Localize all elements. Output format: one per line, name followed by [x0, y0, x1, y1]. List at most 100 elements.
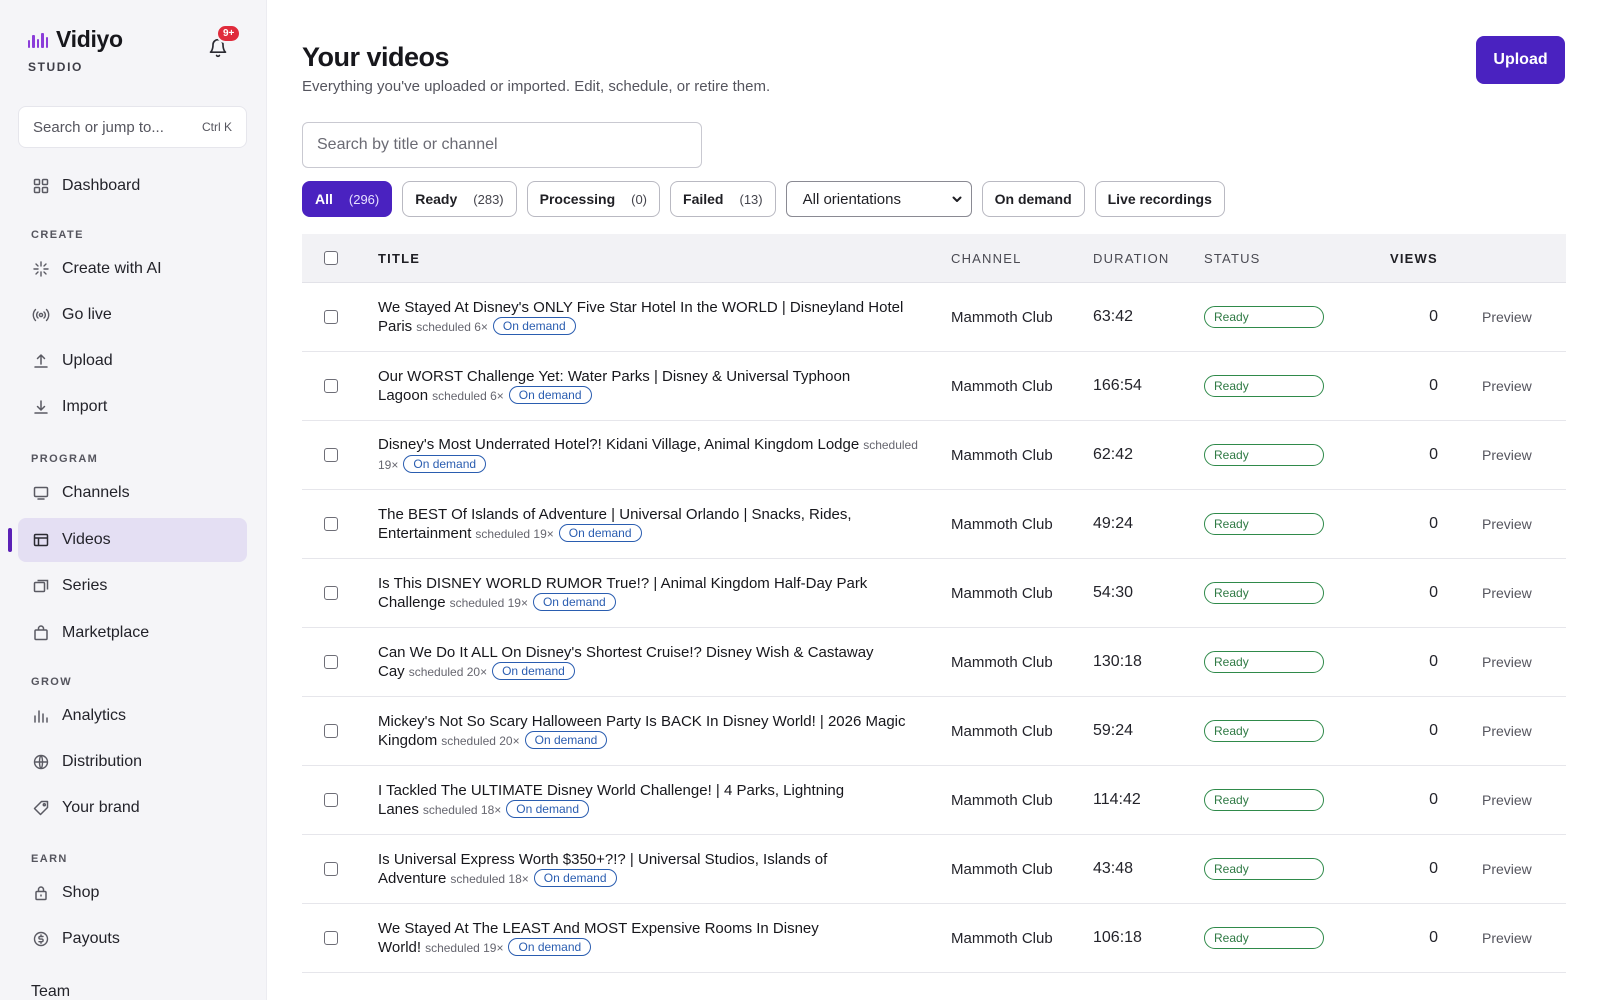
sidebar-item-upload[interactable]: Upload: [18, 339, 247, 383]
brand[interactable]: Vidiyo: [28, 26, 123, 53]
filter-chip-all[interactable]: All (296): [302, 181, 393, 217]
preview-link[interactable]: Preview: [1482, 723, 1532, 739]
sidebar: Vidiyo STUDIO 9+ Search or jump to... Ct…: [0, 0, 267, 1000]
sidebar-item-videos[interactable]: Videos: [18, 518, 247, 562]
channel-name[interactable]: Mammoth Club: [951, 584, 1061, 603]
preview-link[interactable]: Preview: [1482, 378, 1532, 394]
channel-name[interactable]: Mammoth Club: [951, 860, 1061, 879]
filter-chip-ready[interactable]: Ready (283): [402, 181, 517, 217]
preview-link[interactable]: Preview: [1482, 792, 1532, 808]
filter-chip-failed[interactable]: Failed (13): [670, 181, 776, 217]
sidebar-item-analytics[interactable]: Analytics: [18, 694, 247, 738]
row-checkbox[interactable]: [324, 931, 338, 945]
channel-name[interactable]: Mammoth Club: [951, 446, 1061, 465]
scheduled-count: scheduled 6×: [432, 388, 504, 403]
channel-name[interactable]: Mammoth Club: [951, 929, 1061, 948]
scheduled-count: scheduled 19×: [425, 940, 504, 955]
row-checkbox[interactable]: [324, 793, 338, 807]
table-row[interactable]: Mickey's Not So Scary Halloween Party Is…: [302, 697, 1566, 766]
row-checkbox[interactable]: [324, 586, 338, 600]
sidebar-item-shop[interactable]: Shop: [18, 871, 247, 915]
sidebar-item-channels[interactable]: Channels: [18, 471, 247, 515]
duration: 62:42: [1093, 446, 1134, 463]
preview-link[interactable]: Preview: [1482, 861, 1532, 877]
table-row[interactable]: We Stayed At Disney's ONLY Five Star Hot…: [302, 283, 1566, 352]
view-count: 0: [1429, 377, 1438, 394]
column-header-title[interactable]: TITLE: [378, 251, 420, 266]
sidebar-item-go-live[interactable]: Go live: [18, 293, 247, 337]
row-checkbox[interactable]: [324, 379, 338, 393]
keyboard-shortcut-hint: Ctrl K: [202, 120, 232, 134]
sidebar-item-payouts[interactable]: Payouts: [18, 917, 247, 961]
duration: 49:24: [1093, 515, 1134, 532]
row-checkbox[interactable]: [324, 655, 338, 669]
scheduled-count: scheduled 20×: [408, 664, 488, 679]
column-header-channel[interactable]: CHANNEL: [951, 251, 1022, 266]
videos-table: TITLE CHANNEL DURATION STATUS VIEWS We S…: [302, 234, 1566, 1000]
sidebar-item-dashboard[interactable]: Dashboard: [18, 164, 247, 208]
duration: 43:48: [1093, 860, 1134, 877]
filter-chip-count: (296): [348, 191, 380, 207]
status-badge: Ready: [1204, 789, 1324, 811]
toggle-live-recordings[interactable]: Live recordings: [1094, 181, 1225, 217]
table-row[interactable]: I Tackled The ULTIMATE Disney World Chal…: [302, 766, 1566, 835]
select-all-checkbox[interactable]: [324, 251, 338, 265]
column-header-duration[interactable]: DURATION: [1093, 251, 1170, 266]
page-subtitle: Everything you've uploaded or imported. …: [302, 78, 771, 95]
channel-name[interactable]: Mammoth Club: [951, 722, 1061, 741]
row-checkbox[interactable]: [324, 724, 338, 738]
orientation-select-value: All orientations: [802, 190, 901, 208]
globe-icon: [32, 753, 50, 771]
filter-bar: All (296) Ready (283) Processing (0) Fai…: [302, 181, 1225, 217]
view-count: 0: [1429, 722, 1438, 739]
preview-link[interactable]: Preview: [1482, 516, 1532, 532]
sidebar-item-distribution[interactable]: Distribution: [18, 740, 247, 784]
video-title[interactable]: Disney's Most Underrated Hotel?! Kidani …: [378, 436, 859, 453]
table-row[interactable]: Is Universal Express Worth $350+?!? | Un…: [302, 835, 1566, 904]
channel-name[interactable]: Mammoth Club: [951, 515, 1061, 534]
sidebar-search-placeholder: Search or jump to...: [33, 118, 164, 136]
table-row[interactable]: Disney's Magic Kingdom 2026 | Park Updat…: [302, 973, 1566, 1000]
sidebar-search-input[interactable]: Search or jump to... Ctrl K: [18, 106, 247, 148]
channel-name[interactable]: Mammoth Club: [951, 308, 1061, 327]
column-header-status[interactable]: STATUS: [1204, 251, 1261, 266]
view-count: 0: [1429, 515, 1438, 532]
preview-link[interactable]: Preview: [1482, 930, 1532, 946]
table-row[interactable]: We Stayed At The LEAST And MOST Expensiv…: [302, 904, 1566, 973]
sidebar-item-label: Analytics: [62, 707, 127, 724]
sidebar-item-label: Your brand: [62, 799, 140, 816]
preview-link[interactable]: Preview: [1482, 585, 1532, 601]
preview-link[interactable]: Preview: [1482, 447, 1532, 463]
filter-chip-label: Ready: [415, 191, 458, 207]
preview-link[interactable]: Preview: [1482, 309, 1532, 325]
upload-button[interactable]: Upload: [1476, 36, 1565, 84]
sidebar-item-your-brand[interactable]: Your brand: [18, 786, 247, 830]
channel-name[interactable]: Mammoth Club: [951, 791, 1061, 810]
column-header-views[interactable]: VIEWS: [1390, 251, 1438, 266]
channel-name[interactable]: Mammoth Club: [951, 377, 1061, 396]
table-row[interactable]: Is This DISNEY WORLD RUMOR True!? | Anim…: [302, 559, 1566, 628]
row-checkbox[interactable]: [324, 517, 338, 531]
channel-name[interactable]: Mammoth Club: [951, 653, 1061, 672]
sidebar-item-marketplace[interactable]: Marketplace: [18, 611, 247, 655]
table-row[interactable]: The BEST Of Islands of Adventure | Unive…: [302, 490, 1566, 559]
video-search-input[interactable]: Search by title or channel: [302, 122, 702, 168]
active-indicator: [8, 528, 12, 552]
sidebar-item-team[interactable]: Team: [18, 970, 247, 1000]
sidebar-item-series[interactable]: Series: [18, 564, 247, 608]
table-row[interactable]: Disney's Most Underrated Hotel?! Kidani …: [302, 421, 1566, 490]
row-checkbox[interactable]: [324, 310, 338, 324]
filter-chip-processing[interactable]: Processing (0): [526, 181, 661, 217]
sidebar-item-import[interactable]: Import: [18, 385, 247, 429]
row-checkbox[interactable]: [324, 862, 338, 876]
sidebar-item-label: Create with AI: [62, 260, 162, 277]
sidebar-item-create-with-ai[interactable]: Create with AI: [18, 247, 247, 291]
preview-link[interactable]: Preview: [1482, 654, 1532, 670]
row-checkbox[interactable]: [324, 448, 338, 462]
scheduled-count: scheduled 19×: [475, 526, 554, 541]
vidiyo-logo-icon: [28, 32, 49, 48]
toggle-on-demand[interactable]: On demand: [981, 181, 1085, 217]
orientation-select[interactable]: All orientations: [785, 181, 972, 217]
table-row[interactable]: Can We Do It ALL On Disney's Shortest Cr…: [302, 628, 1566, 697]
table-row[interactable]: Our WORST Challenge Yet: Water Parks | D…: [302, 352, 1566, 421]
